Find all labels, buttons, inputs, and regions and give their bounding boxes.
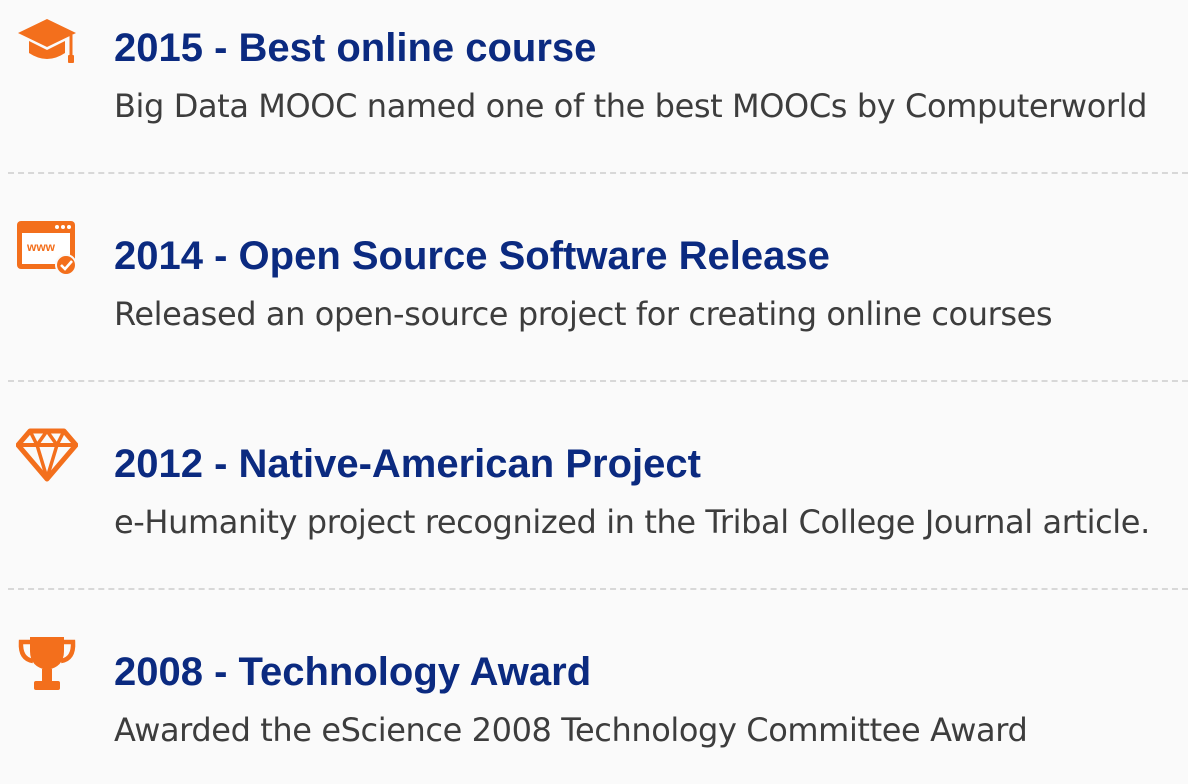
diamond-icon <box>14 426 80 484</box>
web-browser-check-icon: www <box>14 218 80 276</box>
achievement-title: 2015 - Best online course <box>114 26 597 70</box>
divider <box>8 588 1188 590</box>
achievement-item: 2015 - Best online course Big Data MOOC … <box>0 0 1188 160</box>
achievement-item: 2012 - Native-American Project e-Humanit… <box>0 416 1188 576</box>
achievements-list: 2015 - Best online course Big Data MOOC … <box>0 0 1188 753</box>
achievement-title: 2014 - Open Source Software Release <box>114 234 830 278</box>
divider <box>8 172 1188 174</box>
achievement-description: Awarded the eScience 2008 Technology Com… <box>114 711 1028 749</box>
achievement-description: e-Humanity project recognized in the Tri… <box>114 503 1150 541</box>
achievement-title: 2012 - Native-American Project <box>114 442 701 486</box>
achievement-item: 2008 - Technology Award Awarded the eSci… <box>0 624 1188 784</box>
trophy-icon <box>14 634 80 692</box>
achievement-title: 2008 - Technology Award <box>114 650 592 694</box>
achievement-description: Released an open-source project for crea… <box>114 295 1053 333</box>
achievement-item: www 2014 - Open Source Software Release … <box>0 208 1188 368</box>
www-label: www <box>26 240 56 254</box>
achievement-description: Big Data MOOC named one of the best MOOC… <box>114 87 1148 125</box>
divider <box>8 380 1188 382</box>
graduation-cap-icon <box>14 14 80 72</box>
